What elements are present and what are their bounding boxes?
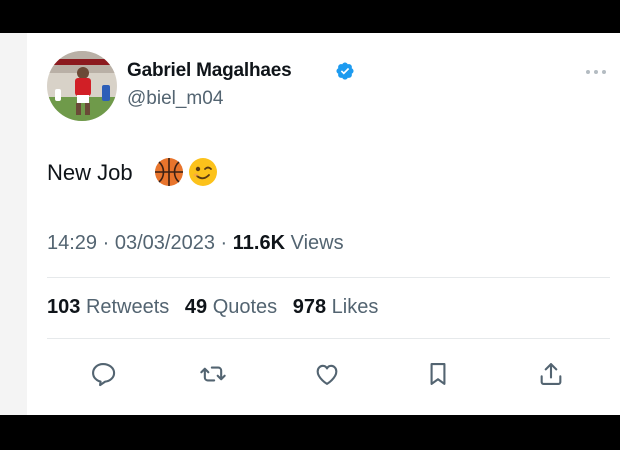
quotes-label: Quotes	[212, 296, 278, 318]
like-icon	[316, 364, 338, 385]
views-label: Views	[290, 232, 344, 254]
like-button[interactable]	[311, 358, 343, 390]
meta-separator: ·	[220, 232, 228, 254]
likes-label: Likes	[331, 296, 379, 318]
winking-face-emoji-icon	[188, 157, 218, 187]
left-edge-strip	[0, 33, 27, 415]
tweet-card: Gabriel Magalhaes @biel_m04 New Job 14:2…	[0, 33, 620, 415]
retweets-label: Retweets	[85, 296, 170, 318]
author-display-name[interactable]: Gabriel Magalhaes	[127, 60, 292, 82]
reply-button[interactable]	[87, 358, 119, 390]
reply-icon	[92, 363, 116, 387]
author-handle[interactable]: @biel_m04	[127, 88, 223, 110]
likes-stat[interactable]: 978 Likes	[293, 296, 379, 318]
tweet-text: New Job	[47, 160, 133, 185]
engagement-stats: 103 Retweets 49 Quotes 978 Likes	[47, 296, 388, 319]
more-options-icon[interactable]	[584, 64, 608, 74]
basketball-emoji-icon	[154, 157, 184, 187]
divider	[47, 277, 610, 278]
verified-badge-icon	[335, 61, 355, 81]
quotes-stat[interactable]: 49 Quotes	[185, 296, 277, 318]
tweet-time[interactable]: 14:29	[47, 232, 97, 254]
meta-separator: ·	[102, 232, 110, 254]
share-button[interactable]	[535, 358, 567, 390]
retweets-stat[interactable]: 103 Retweets	[47, 296, 169, 318]
bookmark-icon	[430, 363, 446, 385]
views-count: 11.6K	[232, 232, 286, 254]
tweet-date[interactable]: 03/03/2023	[115, 232, 215, 254]
quotes-count: 49	[184, 296, 208, 318]
likes-count: 978	[292, 296, 327, 318]
tweet-meta: 14:29 · 03/03/2023 · 11.6K Views	[47, 232, 344, 255]
bookmark-button[interactable]	[422, 358, 454, 390]
retweet-icon	[200, 366, 226, 382]
avatar[interactable]	[47, 51, 117, 121]
share-icon	[540, 363, 562, 385]
divider	[47, 338, 610, 339]
retweet-button[interactable]	[197, 358, 229, 390]
retweets-count: 103	[47, 296, 81, 318]
